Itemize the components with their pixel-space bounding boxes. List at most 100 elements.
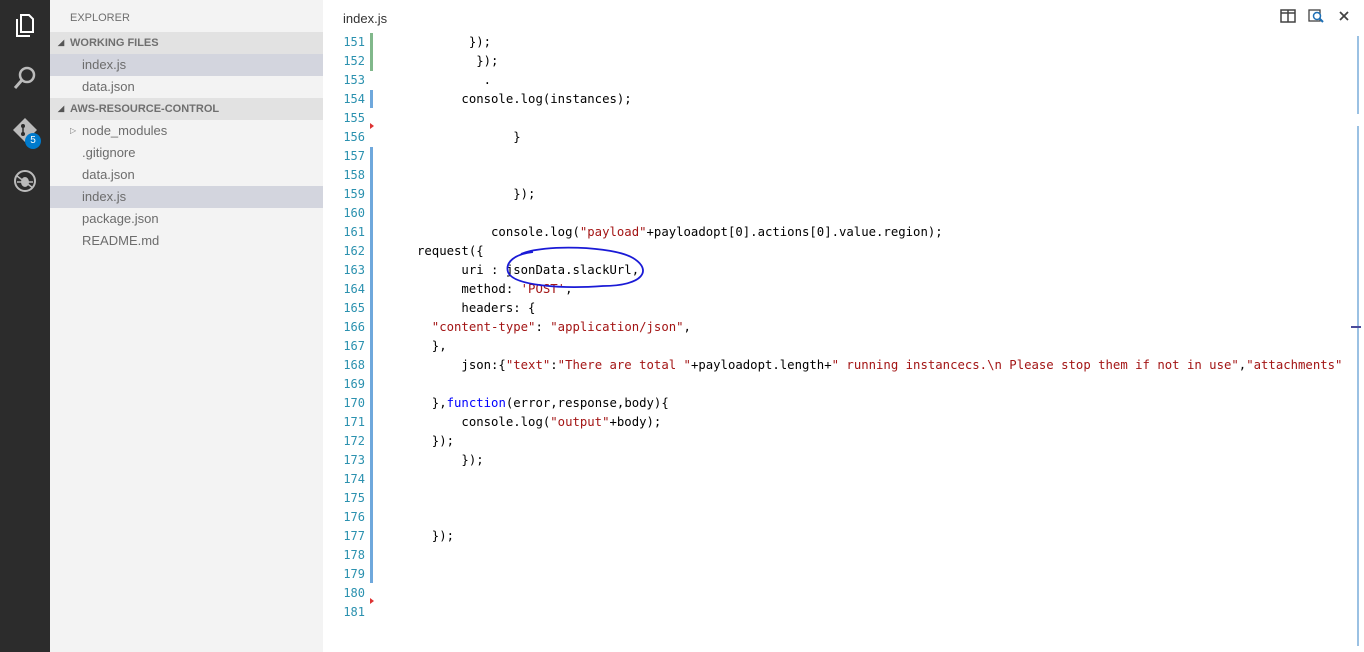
line-number: 161 bbox=[343, 225, 365, 239]
code-token: (error,response,body){ bbox=[505, 396, 669, 410]
code-token: }); bbox=[417, 35, 492, 49]
code-token: "text" bbox=[505, 358, 551, 372]
gutter-deleted-marker bbox=[370, 598, 374, 604]
code-line[interactable]: . bbox=[417, 71, 491, 90]
code-token: "payload" bbox=[579, 225, 647, 239]
tree-file-item[interactable]: data.json bbox=[50, 164, 323, 186]
code-line[interactable]: console.log(instances); bbox=[417, 90, 632, 109]
open-changes-icon[interactable] bbox=[1308, 8, 1324, 24]
gutter-deleted-marker bbox=[370, 123, 374, 129]
line-number: 160 bbox=[343, 206, 365, 220]
line-number: 156 bbox=[343, 130, 365, 144]
code-token: " running instancecs.\n Please stop them… bbox=[831, 358, 1239, 372]
code-token: "output" bbox=[550, 415, 610, 429]
tree-file-item[interactable]: .gitignore bbox=[50, 142, 323, 164]
line-number: 169 bbox=[343, 377, 365, 391]
code-line[interactable]: request({ bbox=[417, 242, 484, 261]
code-token: : bbox=[535, 320, 551, 334]
line-number: 153 bbox=[343, 73, 365, 87]
code-line[interactable]: console.log("output"+body); bbox=[417, 413, 661, 432]
line-number: 159 bbox=[343, 187, 365, 201]
code-token: }); bbox=[417, 453, 484, 467]
code-token: json:{ bbox=[417, 358, 506, 372]
line-number: 163 bbox=[343, 263, 365, 277]
line-number: 175 bbox=[343, 491, 365, 505]
line-number: 176 bbox=[343, 510, 365, 524]
code-line[interactable]: headers: { bbox=[417, 299, 535, 318]
close-icon[interactable] bbox=[1336, 8, 1352, 24]
explorer-title: EXPLORER bbox=[70, 12, 130, 24]
code-token: "application/json" bbox=[550, 320, 684, 334]
code-token: console.log(instances); bbox=[417, 92, 632, 106]
collapse-icon: ◢ bbox=[58, 38, 65, 47]
working-file-item[interactable]: data.json bbox=[50, 76, 323, 98]
code-token: "attachments" bbox=[1246, 358, 1343, 372]
line-number: 165 bbox=[343, 301, 365, 315]
code-token: }); bbox=[417, 529, 455, 543]
line-number: 181 bbox=[343, 605, 365, 619]
code-line[interactable]: },function(error,response,body){ bbox=[417, 394, 669, 413]
line-number: 173 bbox=[343, 453, 365, 467]
code-line[interactable]: }); bbox=[417, 451, 484, 470]
code-token: . bbox=[417, 73, 492, 87]
code-line[interactable]: }); bbox=[417, 527, 454, 546]
git-icon[interactable]: 5 bbox=[0, 110, 50, 150]
code-line[interactable]: }); bbox=[417, 432, 454, 451]
code-line[interactable]: } bbox=[417, 128, 520, 147]
code-token: console.log( bbox=[417, 225, 580, 239]
explorer-sidebar: EXPLORER ◢ WORKING FILES index.js data.j… bbox=[50, 0, 323, 652]
debug-icon[interactable] bbox=[0, 161, 50, 201]
gutter-modified-bar bbox=[370, 90, 373, 108]
tree-file-item[interactable]: index.js bbox=[50, 186, 323, 208]
overview-ruler[interactable] bbox=[1347, 34, 1361, 652]
code-line[interactable]: }); bbox=[417, 33, 491, 52]
line-number: 170 bbox=[343, 396, 365, 410]
gutter-modified-bar bbox=[370, 147, 373, 583]
code-token: }, bbox=[417, 396, 447, 410]
line-number: 172 bbox=[343, 434, 365, 448]
code-token: : bbox=[550, 358, 558, 372]
line-number: 152 bbox=[343, 54, 365, 68]
code-line[interactable]: }); bbox=[417, 185, 535, 204]
split-editor-icon[interactable] bbox=[1280, 8, 1296, 24]
working-file-item[interactable]: index.js bbox=[50, 54, 323, 76]
line-number: 171 bbox=[343, 415, 365, 429]
working-files-header[interactable]: ◢ WORKING FILES bbox=[50, 32, 323, 54]
code-token: }, bbox=[417, 339, 447, 353]
annotation-circle bbox=[506, 246, 644, 288]
tree-folder-node-modules[interactable]: ▷ node_modules bbox=[50, 120, 323, 142]
code-token: headers: { bbox=[417, 301, 536, 315]
code-token: }); bbox=[417, 187, 536, 201]
search-icon[interactable] bbox=[0, 58, 50, 98]
line-number: 179 bbox=[343, 567, 365, 581]
line-number: 155 bbox=[343, 111, 365, 125]
code-line[interactable]: }); bbox=[417, 52, 498, 71]
code-line[interactable]: "content-type": "application/json", bbox=[417, 318, 691, 337]
tree-file-item[interactable]: README.md bbox=[50, 230, 323, 252]
project-folder-header[interactable]: ◢ AWS-RESOURCE-CONTROL bbox=[50, 98, 323, 120]
editor-pane: index.js 151 }); 152 }); 153 . 154 console.… bbox=[323, 0, 1364, 652]
line-number: 158 bbox=[343, 168, 365, 182]
line-number: 178 bbox=[343, 548, 365, 562]
code-line[interactable]: console.log("payload"+payloadopt[0].acti… bbox=[417, 223, 943, 242]
editor-tab-title[interactable]: index.js bbox=[343, 11, 387, 26]
line-number: 177 bbox=[343, 529, 365, 543]
line-number: 154 bbox=[343, 92, 365, 106]
line-number: 168 bbox=[343, 358, 365, 372]
gutter-added-bar bbox=[370, 33, 373, 71]
line-number: 167 bbox=[343, 339, 365, 353]
tree-file-item[interactable]: package.json bbox=[50, 208, 323, 230]
code-line[interactable]: }, bbox=[417, 337, 447, 356]
code-token: +payloadopt.length+ bbox=[690, 358, 832, 372]
git-changes-badge: 5 bbox=[25, 133, 41, 149]
code-token: "content-type" bbox=[417, 320, 536, 334]
activity-bar: 5 bbox=[0, 0, 50, 652]
code-token: +body); bbox=[609, 415, 662, 429]
files-icon[interactable] bbox=[0, 6, 50, 46]
code-token: }); bbox=[417, 434, 455, 448]
scroll-position-marker bbox=[1351, 326, 1361, 328]
code-line[interactable]: json:{"text":"There are total "+payloado… bbox=[417, 356, 1342, 375]
code-token: request({ bbox=[417, 244, 484, 258]
code-token: , bbox=[683, 320, 691, 334]
code-token: function bbox=[446, 396, 506, 410]
